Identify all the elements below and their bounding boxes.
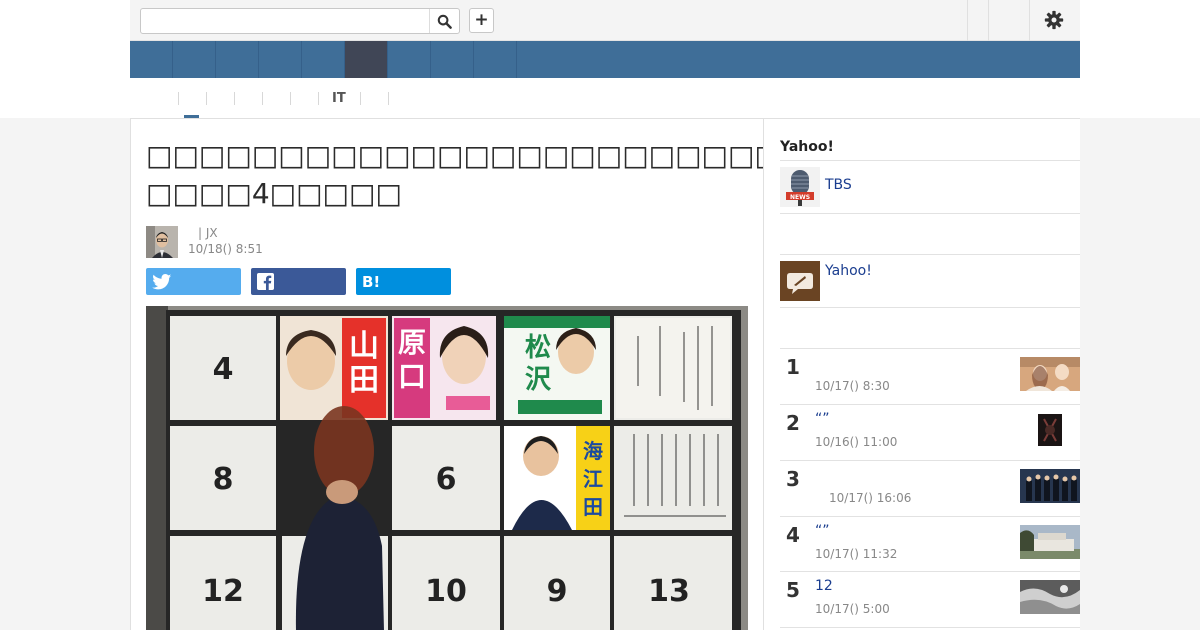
hatena-bookmark-button[interactable]: B! (356, 268, 451, 295)
rank-number: 3 (786, 467, 800, 491)
rank-date: 10/17() 11:32 (815, 547, 898, 561)
global-nav-item[interactable] (259, 41, 302, 78)
svg-text:海: 海 (583, 439, 603, 463)
category-tab[interactable] (150, 78, 178, 118)
rank-date: 10/16() 11:00 (815, 435, 898, 449)
article-byline[interactable]: | JX (198, 226, 218, 240)
rank-title[interactable]: “” (815, 411, 830, 427)
search-icon (437, 14, 452, 29)
svg-text:12: 12 (202, 574, 244, 609)
news-mic-icon[interactable]: NEWS (780, 167, 820, 207)
rank-date: 10/17() 8:30 (815, 379, 890, 393)
category-nav: IT (130, 78, 1080, 118)
ranking-item[interactable]: 1 10/17() 8:30 (780, 349, 1080, 405)
sidebar: Yahoo! NEWS TBS Yahoo! 1 10/17() 8:30 2 … (764, 118, 1080, 630)
sidebar-title: Yahoo! (780, 139, 834, 155)
svg-text:原: 原 (398, 326, 426, 359)
rank-thumbnail[interactable] (1020, 357, 1080, 391)
article-photo: 山 田 原 口 松 沢 海 江 田 4 8 6 12 10 9 13 (146, 306, 748, 630)
ranking-item[interactable]: 4 “” 10/17() 11:32 (780, 517, 1080, 573)
article-date: 10/18() 8:51 (188, 242, 263, 256)
svg-text:8: 8 (213, 462, 234, 497)
gear-icon[interactable] (1044, 10, 1064, 30)
category-tab[interactable] (387, 78, 416, 118)
facebook-icon (257, 273, 274, 290)
toolbar-slot[interactable] (989, 0, 1029, 41)
category-tab-active[interactable] (178, 78, 206, 118)
ranking-item[interactable]: 5 12 10/17() 5:00 (780, 572, 1080, 628)
search-input[interactable] (141, 9, 431, 33)
chat-bubble-icon[interactable] (780, 261, 820, 301)
hatena-bookmark-label: B! (362, 272, 381, 291)
global-nav-item[interactable] (302, 41, 345, 78)
top-toolbar: + (130, 0, 1080, 41)
facebook-share-button[interactable] (251, 268, 346, 295)
divider (780, 627, 1080, 628)
search-box (140, 8, 460, 34)
svg-text:山: 山 (349, 329, 379, 364)
global-nav-item[interactable] (474, 41, 517, 78)
rank-date: 10/17() 16:06 (829, 491, 912, 505)
rank-number: 4 (786, 523, 800, 547)
ranking-item[interactable]: 3 10/17() 16:06 (780, 461, 1080, 517)
divider (780, 213, 1080, 214)
rank-thumbnail[interactable] (1020, 580, 1080, 614)
divider (780, 160, 1080, 161)
feed-link-tbs[interactable]: TBS (825, 177, 852, 193)
global-nav-item[interactable] (130, 41, 173, 78)
category-tab-it[interactable]: IT (318, 78, 360, 118)
article-headline: □□□□□□□□□□□□□□□□□□□□□□□□□□JX□□□ □□□□4□□□… (146, 139, 763, 210)
author-avatar[interactable] (146, 226, 178, 258)
rank-thumbnail[interactable] (1020, 413, 1080, 447)
svg-text:田: 田 (349, 363, 379, 398)
feed-link-yahoo[interactable]: Yahoo! (825, 263, 872, 279)
global-nav-item[interactable] (431, 41, 474, 78)
svg-text:9: 9 (547, 574, 568, 609)
twitter-icon (152, 273, 172, 289)
global-nav (130, 41, 1080, 78)
rank-number: 5 (786, 578, 800, 602)
divider (780, 307, 1080, 308)
svg-text:13: 13 (648, 574, 690, 609)
category-tab[interactable] (206, 78, 234, 118)
global-nav-item-active[interactable] (345, 41, 388, 78)
svg-text:田: 田 (583, 495, 603, 519)
svg-text:6: 6 (436, 462, 457, 497)
svg-text:10: 10 (425, 574, 467, 609)
category-tab[interactable] (234, 78, 262, 118)
rank-thumbnail[interactable] (1020, 469, 1080, 503)
svg-text:4: 4 (213, 352, 234, 387)
global-nav-item[interactable] (216, 41, 259, 78)
toolbar-divider (1029, 0, 1030, 41)
divider (780, 254, 1080, 255)
rank-title[interactable]: “” (815, 523, 830, 539)
ranking-item[interactable]: 2 “” 10/16() 11:00 (780, 405, 1080, 461)
rank-number: 2 (786, 411, 800, 435)
svg-text:松: 松 (525, 333, 551, 363)
svg-text:口: 口 (398, 360, 426, 393)
category-tab[interactable] (290, 78, 318, 118)
rank-thumbnail[interactable] (1020, 525, 1080, 559)
search-button[interactable] (429, 9, 459, 33)
add-button[interactable]: + (469, 8, 494, 33)
svg-text:江: 江 (583, 467, 603, 491)
rank-title[interactable]: 12 (815, 578, 833, 594)
toolbar-slot[interactable] (968, 0, 988, 41)
twitter-share-button[interactable] (146, 268, 241, 295)
svg-text:沢: 沢 (525, 365, 552, 395)
category-tab[interactable] (359, 78, 388, 118)
svg-text:NEWS: NEWS (790, 194, 810, 201)
global-nav-item[interactable] (173, 41, 216, 78)
category-tab[interactable] (262, 78, 290, 118)
rank-number: 1 (786, 355, 800, 379)
article-panel: □□□□□□□□□□□□□□□□□□□□□□□□□□JX□□□ □□□□4□□□… (130, 118, 764, 630)
global-nav-item[interactable] (388, 41, 431, 78)
rank-date: 10/17() 5:00 (815, 602, 890, 616)
